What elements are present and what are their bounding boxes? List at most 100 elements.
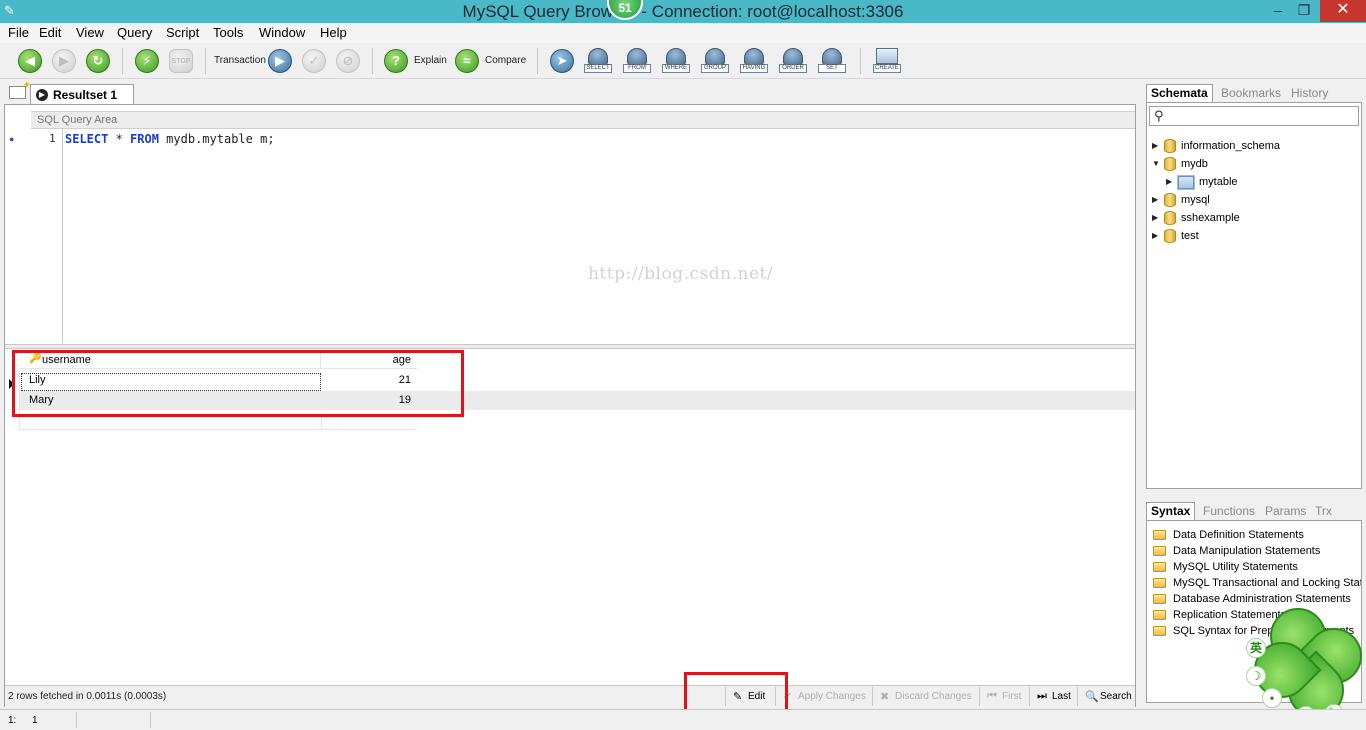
dome-icon xyxy=(744,48,764,65)
minimize-button[interactable]: – xyxy=(1264,0,1292,22)
select-clause-label: SELECT xyxy=(584,64,612,73)
result-toolbar: 2 rows fetched in 0.0011s (0.0003s) ✎ Edi… xyxy=(5,685,1135,707)
expand-arrow-icon[interactable]: ▶ xyxy=(1152,213,1158,222)
apply-changes-button[interactable]: ✔ Apply Changes xyxy=(775,687,872,706)
resultset-icon: ▶ xyxy=(36,89,48,101)
group-clause-button[interactable]: GROUP xyxy=(701,48,729,74)
refresh-icon: ↻ xyxy=(92,53,104,68)
menu-script[interactable]: Script xyxy=(166,25,199,40)
menu-help[interactable]: Help xyxy=(320,25,347,40)
last-record-icon: ⏭ xyxy=(1037,690,1047,702)
folder-icon xyxy=(1153,610,1166,620)
refresh-button[interactable]: ↻ xyxy=(86,49,110,73)
expand-arrow-icon[interactable]: ▶ xyxy=(1152,141,1158,150)
sql-keyword: SELECT xyxy=(65,132,109,146)
window-title: MySQL Query Browser - Connection: root@l… xyxy=(462,2,904,21)
menu-window[interactable]: Window xyxy=(259,25,305,40)
menu-edit[interactable]: Edit xyxy=(39,25,61,40)
menu-tools[interactable]: Tools xyxy=(213,25,243,40)
tab-resultset-1[interactable]: ▶ Resultset 1 xyxy=(30,84,134,105)
schema-search-input[interactable]: ⚲ xyxy=(1149,106,1359,126)
commit-button[interactable]: ✓ xyxy=(302,49,326,73)
search-button[interactable]: 🔍 Search xyxy=(1077,687,1135,706)
database-icon xyxy=(1164,157,1176,171)
restore-button[interactable]: ❐ xyxy=(1290,0,1318,22)
title-bar: ✎ MySQL Query Browser - Connection: root… xyxy=(0,0,1366,23)
expand-arrow-icon[interactable]: ▶ xyxy=(1152,231,1158,240)
sql-query-area-header: SQL Query Area xyxy=(31,111,1135,129)
database-icon xyxy=(1164,139,1176,153)
x-icon: ✖ xyxy=(880,691,890,703)
back-button[interactable]: ◀ xyxy=(18,49,42,73)
syntax-item-label: MySQL Utility Statements xyxy=(1173,561,1298,573)
last-button[interactable]: ⏭ Last xyxy=(1029,687,1077,706)
result-grid-highlight xyxy=(12,350,464,417)
close-button[interactable]: ✕ xyxy=(1320,0,1366,22)
start-transaction-button[interactable]: ▶ xyxy=(268,49,292,73)
execute-button[interactable]: ⚡ xyxy=(135,49,159,73)
toolbar-separator xyxy=(205,48,206,74)
forward-button[interactable]: ▶ xyxy=(52,49,76,73)
tree-item-label: mytable xyxy=(1199,176,1238,188)
first-record-icon: ⏮ xyxy=(987,690,997,702)
rollback-button[interactable]: ⊘ xyxy=(336,49,360,73)
explain-icon: ? xyxy=(392,53,400,68)
compare-icon: ≈ xyxy=(463,53,471,68)
order-clause-button[interactable]: ORDER xyxy=(779,48,807,74)
ime-moon-icon[interactable]: ☽ xyxy=(1246,666,1266,686)
database-icon xyxy=(1164,193,1176,207)
set-clause-label: SET xyxy=(818,64,846,73)
create-button[interactable]: CREATE xyxy=(873,48,901,74)
apply-changes-label: Apply Changes xyxy=(798,691,866,702)
collapse-arrow-icon[interactable]: ▼ xyxy=(1152,159,1160,168)
from-clause-label: FROM xyxy=(623,64,651,73)
where-clause-button[interactable]: WHERE xyxy=(662,48,690,74)
arrow-right-icon: ▶ xyxy=(59,53,69,68)
new-tab-icon[interactable] xyxy=(9,80,31,99)
sql-query-area-label: SQL Query Area xyxy=(37,114,118,126)
discard-changes-label: Discard Changes xyxy=(895,691,972,702)
create-label: CREATE xyxy=(873,64,901,73)
rollback-icon: ⊘ xyxy=(342,53,354,68)
compare-label[interactable]: Compare xyxy=(485,55,526,66)
menu-bar: File Edit View Query Script Tools Window… xyxy=(0,23,1366,43)
pointer-button[interactable]: ➤ xyxy=(550,49,574,73)
dome-icon xyxy=(705,48,725,65)
syntax-item-label: MySQL Transactional and Locking Statemen… xyxy=(1173,577,1361,589)
compare-button[interactable]: ≈ xyxy=(455,49,479,73)
discard-changes-button[interactable]: ✖ Discard Changes xyxy=(872,687,975,706)
tree-item-label: test xyxy=(1181,230,1199,242)
having-clause-button[interactable]: HAVING xyxy=(740,48,768,74)
sql-editor[interactable]: ● 1 SELECT * FROM mydb.mytable m; xyxy=(5,129,1135,344)
dome-icon xyxy=(822,48,842,65)
ime-language-button[interactable]: 英 xyxy=(1246,638,1266,658)
play-pause-icon: ▶ xyxy=(275,53,285,68)
from-clause-button[interactable]: FROM xyxy=(623,48,651,74)
gutter-divider xyxy=(62,129,63,343)
tab-label: Resultset 1 xyxy=(53,88,118,102)
tab-syntax[interactable]: Syntax xyxy=(1146,502,1196,520)
explain-button[interactable]: ? xyxy=(384,49,408,73)
expand-arrow-icon[interactable]: ▶ xyxy=(1152,195,1158,204)
tree-item-label: information_schema xyxy=(1181,140,1281,152)
stop-button[interactable]: STOP xyxy=(169,49,193,73)
status-bar: 1: 1 xyxy=(0,709,1366,730)
first-button[interactable]: ⏮ First xyxy=(979,687,1029,706)
ime-punctuation-icon[interactable]: • xyxy=(1262,688,1282,708)
menu-view[interactable]: View xyxy=(76,25,104,40)
database-icon xyxy=(1164,211,1176,225)
expand-arrow-icon[interactable]: ▶ xyxy=(1166,177,1172,186)
set-clause-button[interactable]: SET xyxy=(818,48,846,74)
database-icon xyxy=(1164,229,1176,243)
dome-icon xyxy=(666,48,686,65)
menu-query[interactable]: Query xyxy=(117,25,152,40)
menu-file[interactable]: File xyxy=(8,25,29,40)
select-clause-button[interactable]: SELECT xyxy=(584,48,612,74)
search-label: Search xyxy=(1100,691,1132,702)
having-clause-label: HAVING xyxy=(740,64,768,73)
cursor-line: 1: xyxy=(8,715,17,726)
tab-schemata[interactable]: Schemata xyxy=(1146,84,1213,102)
tree-item-label: mysql xyxy=(1181,194,1210,206)
explain-label[interactable]: Explain xyxy=(414,55,447,66)
sql-code[interactable]: SELECT * FROM mydb.mytable m; xyxy=(65,132,275,146)
